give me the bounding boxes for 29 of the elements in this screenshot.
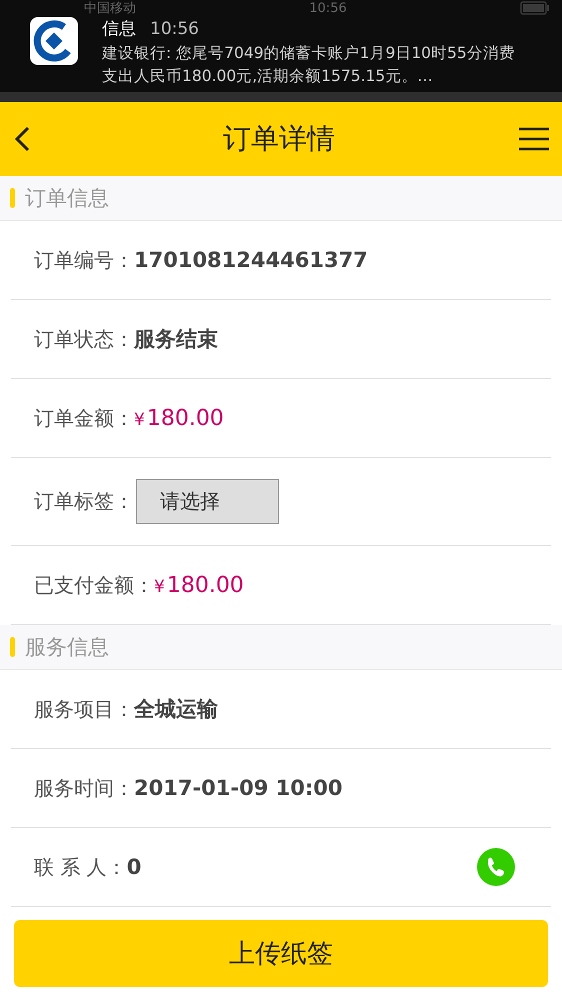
section-title: 订单信息	[25, 185, 109, 212]
field-label: 服务时间：	[34, 774, 134, 802]
status-time: 10:56	[309, 0, 347, 16]
notification-app: 信息	[102, 18, 136, 40]
field-value: 服务结束	[134, 326, 218, 353]
field-label: 已支付金额：	[34, 572, 154, 598]
field-label: 订单标签：	[34, 488, 134, 515]
amount-value: ¥180.00	[134, 406, 224, 430]
battery-icon	[520, 1, 550, 15]
accent-bar	[10, 188, 15, 208]
page-title: 订单详情	[223, 121, 335, 157]
notification-message: 建设银行: 您尾号7049的储蓄卡账户1月9日10时55分消费支出人民币180.00元,活期余额1575.15元。…	[102, 43, 516, 87]
notification-time: 10:56	[150, 19, 199, 39]
field-label: 订单金额：	[34, 404, 134, 432]
bank-logo-icon	[30, 17, 78, 65]
accent-bar	[10, 637, 15, 657]
field-value: 全城运输	[134, 696, 218, 723]
tag-select[interactable]: 请选择	[136, 479, 279, 524]
field-label: 订单编号：	[34, 246, 134, 274]
field-value: 1701081244461377	[134, 248, 368, 272]
field-label: 服务项目：	[34, 696, 134, 722]
carrier-name: 中国移动	[84, 0, 136, 16]
amount-value: ¥180.00	[154, 572, 244, 598]
field-value: 2017-01-09 10:00	[134, 776, 342, 800]
section-title: 服务信息	[25, 634, 109, 661]
upload-button[interactable]: 上传纸签	[14, 920, 548, 987]
field-value: 0	[126, 855, 142, 879]
field-label: 订单状态：	[34, 326, 134, 352]
field-label: 联 系 人：	[34, 854, 127, 880]
